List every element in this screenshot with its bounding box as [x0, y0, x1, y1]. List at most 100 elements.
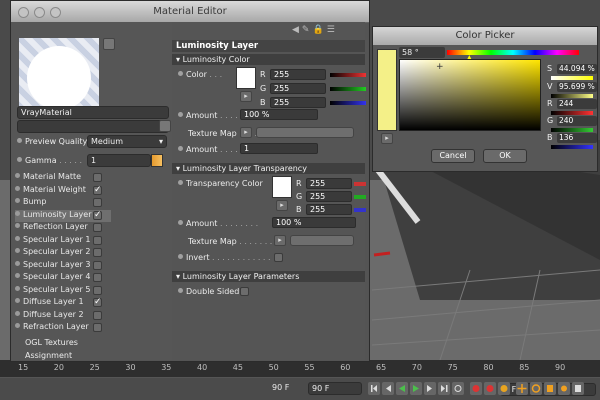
animate-dot-icon[interactable]: [178, 220, 183, 225]
layer-item[interactable]: Specular Layer 5: [15, 285, 111, 297]
layer-item[interactable]: Diffuse Layer 2: [15, 310, 111, 322]
lock-icon[interactable]: 🔒: [312, 25, 326, 35]
amount2-field[interactable]: 1: [240, 143, 318, 154]
t-g-field[interactable]: 255: [306, 191, 352, 202]
color-popup-button[interactable]: ▸: [240, 91, 252, 102]
luminosity-color-swatch[interactable]: [236, 67, 256, 89]
hue-field[interactable]: 58 °: [399, 47, 445, 58]
preview-options-button[interactable]: [103, 38, 115, 50]
layer-item[interactable]: Reflection Layer: [15, 222, 111, 234]
timeline[interactable]: 15 20 25 30 35 40 45 50 55 60 65 70 75 80 85 90 0 F 90 …: [0, 360, 600, 400]
animate-dot-icon[interactable]: [17, 138, 22, 143]
layer-checkbox[interactable]: [93, 198, 102, 207]
t-b-slider[interactable]: [354, 208, 366, 212]
cancel-button[interactable]: Cancel: [431, 149, 475, 163]
animate-dot-icon[interactable]: [15, 310, 20, 316]
g-field[interactable]: 255: [270, 83, 326, 94]
animate-dot-icon[interactable]: [15, 210, 20, 216]
saturation-value-area[interactable]: +: [399, 59, 541, 131]
layer-item[interactable]: Material Matte: [15, 172, 111, 184]
animate-dot-icon[interactable]: [15, 173, 20, 178]
animate-dot-icon[interactable]: [178, 254, 183, 259]
animate-dot-icon[interactable]: [15, 235, 20, 241]
t-b-field[interactable]: 255: [306, 204, 352, 215]
amount-field[interactable]: 100 %: [240, 109, 318, 120]
animate-dot-icon[interactable]: [15, 323, 20, 328]
layer-checkbox[interactable]: [93, 285, 102, 295]
saturation-slider[interactable]: [551, 76, 593, 80]
animate-dot-icon[interactable]: [15, 223, 20, 228]
t-texture-map-button[interactable]: ▸: [274, 235, 286, 246]
animate-dot-icon[interactable]: [15, 185, 20, 191]
layer-item[interactable]: Specular Layer 2: [15, 247, 111, 259]
blue-slider[interactable]: [551, 145, 593, 149]
layer-checkbox[interactable]: [93, 185, 102, 195]
parameters-section[interactable]: ▾ Luminosity Layer Parameters: [172, 271, 365, 282]
layer-item[interactable]: Specular Layer 1: [15, 235, 111, 247]
layer-item[interactable]: Specular Layer 3: [15, 260, 111, 272]
layer-checkbox[interactable]: [93, 235, 102, 245]
r-slider[interactable]: [330, 73, 366, 77]
luminosity-color-section[interactable]: ▾ Luminosity Color: [172, 54, 365, 65]
r-field[interactable]: 255: [270, 69, 326, 80]
layer-checkbox[interactable]: [93, 173, 102, 182]
texture-map-button[interactable]: ▸: [240, 127, 252, 138]
b-slider[interactable]: [330, 101, 366, 105]
ok-button[interactable]: OK: [483, 149, 527, 163]
t-texture-map-field[interactable]: [290, 235, 354, 246]
animate-dot-icon[interactable]: [15, 273, 20, 278]
g-slider[interactable]: [330, 87, 366, 91]
animate-dot-icon[interactable]: [178, 146, 183, 151]
material-search-field[interactable]: [17, 120, 169, 133]
value-field[interactable]: 95.699 %: [557, 82, 597, 92]
t-g-slider[interactable]: [354, 195, 366, 199]
gamma-slider[interactable]: [151, 154, 163, 167]
menu-icon[interactable]: ☰: [327, 25, 338, 35]
saturation-field[interactable]: 44.094 %: [557, 64, 597, 74]
t-amount-field[interactable]: 100 %: [272, 217, 356, 228]
t-r-field[interactable]: 255: [306, 178, 352, 189]
animate-dot-icon[interactable]: [15, 298, 20, 303]
end-frame-field[interactable]: 90 F: [308, 382, 362, 395]
transparency-color-swatch[interactable]: [272, 176, 292, 198]
value-slider[interactable]: [551, 94, 593, 98]
t-r-slider[interactable]: [354, 182, 366, 186]
timeline-ruler[interactable]: 15 20 25 30 35 40 45 50 55 60 65 70 75 80 85 90: [0, 360, 600, 378]
red-field[interactable]: 244: [557, 99, 597, 109]
green-slider[interactable]: [551, 128, 593, 132]
wand-icon[interactable]: ✎: [302, 25, 313, 35]
animate-dot-icon[interactable]: [178, 112, 183, 117]
layer-checkbox[interactable]: [93, 323, 102, 332]
green-field[interactable]: 240: [557, 116, 597, 126]
animate-dot-icon[interactable]: [178, 288, 183, 293]
picker-popup-button[interactable]: ▸: [381, 133, 393, 144]
animate-dot-icon[interactable]: [178, 180, 183, 185]
transparency-section[interactable]: ▾ Luminosity Layer Transparency: [172, 163, 365, 174]
animate-dot-icon[interactable]: [15, 260, 20, 266]
assignment-label[interactable]: Assignment: [25, 351, 72, 360]
layer-checkbox[interactable]: [93, 223, 102, 232]
editor-titlebar[interactable]: Material Editor: [11, 1, 369, 23]
layer-checkbox[interactable]: [93, 310, 102, 320]
layer-item[interactable]: Diffuse Layer 1: [15, 297, 111, 309]
blue-field[interactable]: 136: [557, 133, 597, 143]
animate-dot-icon[interactable]: [17, 157, 22, 162]
layer-checkbox[interactable]: [93, 248, 102, 257]
red-slider[interactable]: [551, 111, 593, 115]
animate-dot-icon[interactable]: [178, 71, 183, 76]
double-sided-checkbox[interactable]: [240, 287, 249, 296]
material-search-arrow-button[interactable]: [159, 120, 171, 132]
preview-quality-select[interactable]: Medium ▾: [87, 135, 167, 148]
picker-titlebar[interactable]: Color Picker: [373, 27, 597, 45]
layer-item[interactable]: Specular Layer 4: [15, 272, 111, 284]
transparency-popup-button[interactable]: ▸: [276, 200, 288, 211]
texture-map-field[interactable]: [256, 127, 354, 138]
animate-dot-icon[interactable]: [15, 248, 20, 253]
invert-checkbox[interactable]: [274, 253, 283, 262]
layer-item[interactable]: Refraction Layer: [15, 322, 111, 334]
arrow-left-icon[interactable]: ◀: [292, 25, 302, 35]
ogl-textures-label[interactable]: OGL Textures: [25, 338, 78, 347]
layer-item[interactable]: Material Weight: [15, 185, 111, 197]
layer-checkbox[interactable]: [93, 298, 102, 307]
layer-checkbox[interactable]: [93, 210, 102, 220]
